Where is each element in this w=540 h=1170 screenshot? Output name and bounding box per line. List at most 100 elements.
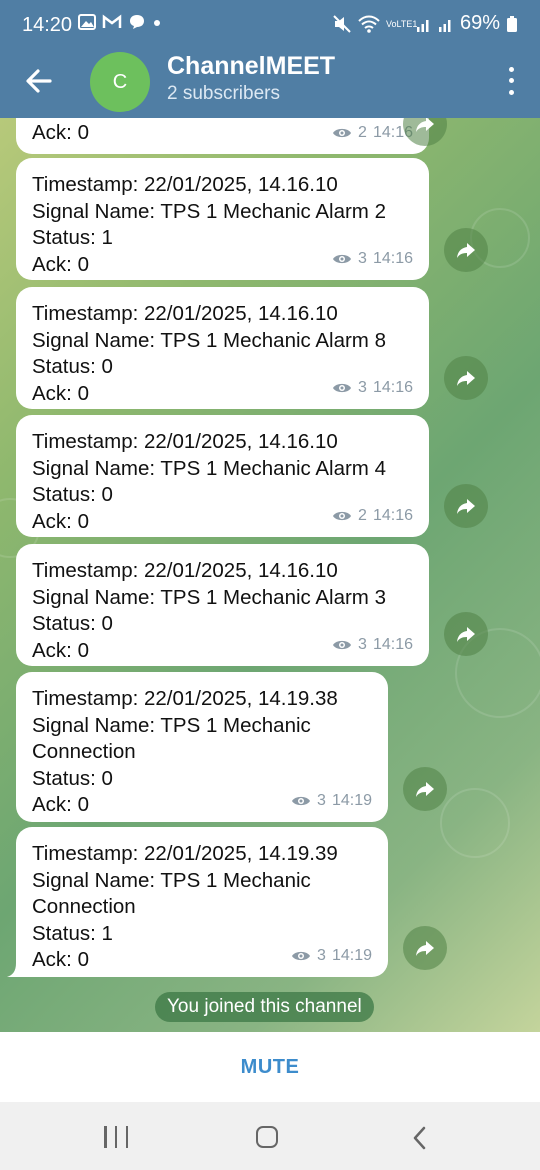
wallpaper-doodle — [440, 788, 510, 858]
views-eye-icon — [292, 951, 311, 960]
message-line: Signal Name: TPS 1 Mechanic — [32, 713, 311, 737]
battery-percent: 69% — [459, 12, 500, 34]
menu-dot — [508, 89, 514, 95]
recent-apps-button[interactable] — [104, 1126, 128, 1148]
recent-bar — [114, 1126, 118, 1148]
mute-button[interactable]: MUTE — [241, 1056, 300, 1079]
message-meta: 3 14:19 — [291, 788, 372, 815]
message-line: Signal Name: TPS 1 Mechanic — [32, 868, 311, 892]
recent-bar — [104, 1126, 107, 1148]
battery-icon — [507, 15, 517, 32]
menu-dot — [508, 78, 514, 84]
chat-bubble-icon — [130, 15, 144, 29]
message-time: 14:16 — [372, 635, 413, 653]
more-options-button[interactable] — [504, 64, 518, 98]
signal-icon-1 — [416, 19, 429, 32]
message-meta: 2 14:16 — [332, 120, 413, 147]
message-line: Connection — [32, 740, 136, 763]
menu-dot — [508, 67, 514, 73]
back-button[interactable] — [22, 64, 56, 98]
message-meta: 3 14:16 — [332, 632, 413, 659]
views-eye-icon — [333, 128, 352, 137]
message-time: 14:16 — [372, 378, 413, 396]
message-bubble[interactable]: Timestamp: 22/01/2025, 14.16.10 Signal N… — [16, 544, 429, 666]
view-count: 3 — [317, 791, 326, 809]
share-button[interactable] — [444, 612, 488, 656]
views-eye-icon — [292, 796, 311, 805]
message-time: 14:19 — [331, 946, 372, 964]
share-button[interactable] — [444, 228, 488, 272]
share-arrow-icon — [416, 118, 434, 132]
channel-title[interactable]: ChannelMEET — [167, 52, 335, 81]
status-bar: 14:20 VoLTE1 69% — [0, 0, 540, 50]
message-line: Timestamp: 22/01/2025, 14.19.39 — [32, 842, 338, 865]
system-icons: VoLTE1 69% — [332, 12, 518, 35]
system-nav-bar — [0, 1102, 540, 1170]
share-button[interactable] — [444, 484, 488, 528]
bubble-tail — [7, 963, 21, 977]
views-eye-icon — [333, 383, 352, 392]
message-line: Timestamp: 22/01/2025, 14.19.38 — [32, 687, 338, 710]
view-count: 2 — [358, 506, 367, 524]
system-back-button[interactable] — [410, 1126, 430, 1150]
volte-label: VoLTE1 — [385, 18, 418, 29]
dot-icon — [154, 20, 160, 26]
share-arrow-icon — [457, 499, 475, 514]
wifi-icon — [358, 15, 380, 33]
view-count: 3 — [358, 378, 367, 396]
gallery-icon — [78, 14, 96, 30]
view-count: 3 — [358, 635, 367, 653]
share-button[interactable] — [403, 767, 447, 811]
message-bubble[interactable]: Ack: 0 2 14:16 — [16, 118, 429, 154]
home-button[interactable] — [256, 1126, 278, 1148]
share-button[interactable] — [403, 926, 447, 970]
chevron-left-icon — [413, 1126, 426, 1150]
message-line: Timestamp: 22/01/2025, 14.16.10 — [32, 559, 338, 582]
message-meta: 3 14:19 — [291, 943, 372, 970]
signal-icon-2 — [438, 19, 451, 32]
message-meta: 3 14:16 — [332, 375, 413, 402]
message-bubble[interactable]: Timestamp: 22/01/2025, 14.19.38 Signal N… — [16, 672, 388, 822]
message-line: Signal Name: TPS 1 Mechanic Alarm 2 — [32, 199, 386, 223]
mute-icon — [333, 14, 351, 33]
message-line: Signal Name: TPS 1 Mechanic Alarm 8 — [32, 328, 386, 352]
message-bubble[interactable]: Timestamp: 22/01/2025, 14.19.39 Signal N… — [16, 827, 388, 977]
service-message: You joined this channel — [155, 992, 374, 1022]
message-meta: 3 14:16 — [332, 246, 413, 273]
share-button[interactable] — [444, 356, 488, 400]
message-bubble[interactable]: Timestamp: 22/01/2025, 14.16.10 Signal N… — [16, 158, 429, 280]
notification-icons — [78, 13, 162, 31]
share-arrow-icon — [457, 243, 475, 258]
message-bubble[interactable]: Timestamp: 22/01/2025, 14.16.10 Signal N… — [16, 287, 429, 409]
status-time: 14:20 — [22, 14, 73, 36]
message-line: Connection — [32, 895, 136, 918]
share-arrow-icon — [416, 782, 434, 797]
message-time: 14:19 — [331, 791, 372, 809]
message-meta: 2 14:16 — [332, 503, 413, 530]
channel-avatar[interactable]: C — [90, 52, 150, 112]
channel-subtitle: 2 subscribers — [167, 83, 280, 104]
share-arrow-icon — [457, 371, 475, 386]
message-line: Signal Name: TPS 1 Mechanic Alarm 4 — [32, 456, 386, 480]
message-time: 14:16 — [372, 506, 413, 524]
message-time: 14:16 — [372, 249, 413, 267]
message-line: Timestamp: 22/01/2025, 14.16.10 — [32, 302, 338, 325]
views-eye-icon — [333, 254, 352, 263]
message-line: Timestamp: 22/01/2025, 14.16.10 — [32, 430, 338, 453]
view-count: 2 — [358, 123, 367, 141]
view-count: 3 — [317, 946, 326, 964]
recent-bar — [125, 1126, 128, 1148]
avatar-letter: C — [112, 70, 128, 93]
chat-header: C ChannelMEET 2 subscribers — [0, 50, 540, 118]
view-count: 3 — [358, 249, 367, 267]
bottom-bar: MUTE — [0, 1032, 540, 1102]
gmail-icon — [102, 14, 122, 28]
arrow-left-icon — [26, 69, 52, 93]
message-bubble[interactable]: Timestamp: 22/01/2025, 14.16.10 Signal N… — [16, 415, 429, 537]
message-line: Timestamp: 22/01/2025, 14.16.10 — [32, 173, 338, 196]
message-line: Signal Name: TPS 1 Mechanic Alarm 3 — [32, 585, 386, 609]
views-eye-icon — [333, 640, 352, 649]
chat-area[interactable]: Ack: 0 2 14:16 Timestamp: 22/01/2025, 14… — [0, 118, 540, 1032]
views-eye-icon — [333, 511, 352, 520]
share-arrow-icon — [457, 627, 475, 642]
